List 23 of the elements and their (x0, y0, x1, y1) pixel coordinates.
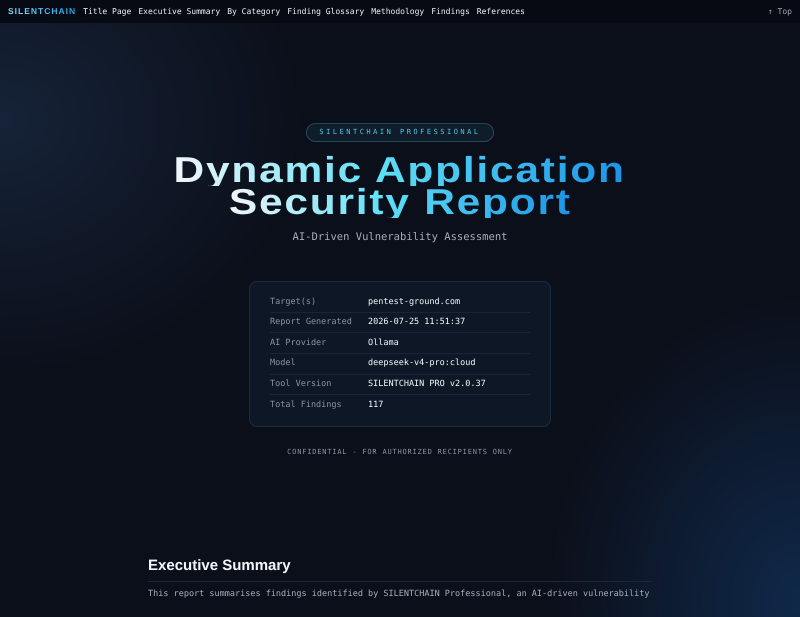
back-to-top-link[interactable]: ↑ Top (768, 6, 792, 18)
nav-link[interactable]: Methodology (371, 6, 424, 18)
nav-link[interactable]: Title Page (83, 6, 132, 18)
detail-label: Tool Version (270, 378, 332, 391)
detail-value: Ollama (368, 336, 399, 350)
detail-value: 2026-07-25 11:51:37 (368, 316, 466, 330)
nav-link[interactable]: Findings (431, 6, 470, 18)
detail-value: deepseek-v4-pro:cloud (368, 357, 476, 370)
detail-label: Report Generated (270, 316, 353, 330)
detail-label: Model (270, 357, 297, 370)
section-heading: Executive Summary (148, 557, 652, 582)
summary-paragraph: This report summarises findings identified by SILENTCHAIN Professional, an AI-driven vulnerability (148, 588, 651, 602)
nav-link[interactable]: By Category (227, 6, 280, 18)
nav-link[interactable]: Executive Summary (138, 6, 220, 18)
detail-label: Total Findings (270, 399, 343, 412)
detail-value: SILENTCHAIN PRO v2.0.37 (368, 378, 486, 391)
detail-value: pentest-ground.com (368, 296, 460, 308)
report-subtitle: AI-Driven Vulnerability Assessment (292, 230, 508, 244)
detail-label: Target(s) (270, 296, 318, 308)
detail-value: 117 (368, 399, 384, 412)
nav-link[interactable]: Finding Glossary (287, 6, 364, 18)
nav-link[interactable]: References (476, 6, 525, 18)
detail-label: AI Provider (270, 336, 328, 350)
